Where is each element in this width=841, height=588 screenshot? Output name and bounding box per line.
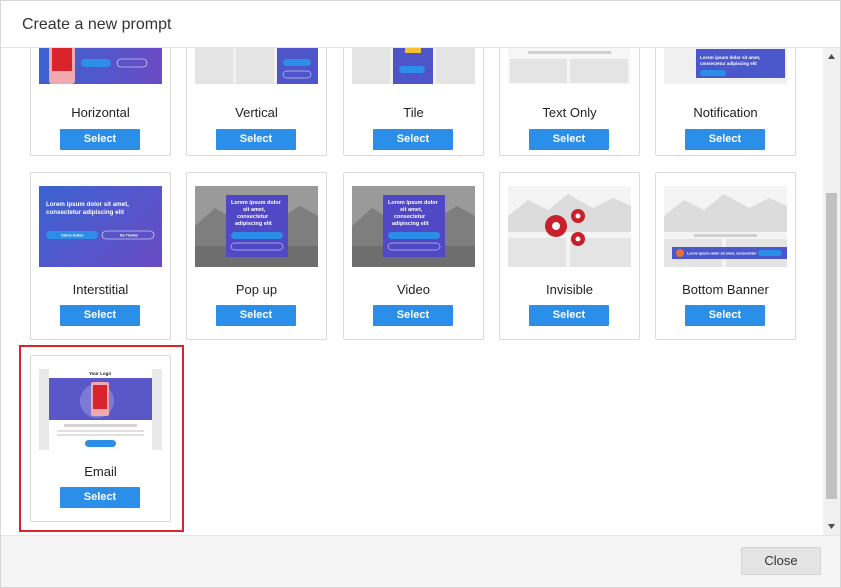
dialog-header: Create a new prompt	[1, 1, 840, 48]
card-label: Horizontal	[71, 105, 130, 120]
card-tile[interactable]: Tile Select	[343, 48, 484, 156]
invisible-thumbnail	[508, 186, 631, 267]
card-text-only[interactable]: Text Only Select	[499, 48, 640, 156]
svg-text:consectetur adipiscing elit: consectetur adipiscing elit	[46, 209, 124, 216]
notification-thumbnail: Lorem ipsum dolor sit amet, consectetur …	[664, 48, 787, 84]
tile-thumbnail	[352, 48, 475, 84]
select-invisible-button[interactable]: Select	[529, 305, 609, 326]
scrollbar-thumb[interactable]	[826, 193, 837, 499]
select-video-button[interactable]: Select	[373, 305, 453, 326]
svg-text:Lorem ipsum dolor: Lorem ipsum dolor	[231, 200, 282, 206]
card-horizontal[interactable]: Lorem ipsum dolor sit amet, consectetur …	[30, 48, 171, 156]
popup-thumbnail: Lorem ipsum dolor sit amet, consectetur …	[195, 186, 318, 267]
svg-text:Your Logo: Your Logo	[89, 371, 111, 376]
svg-text:adipiscing elit: adipiscing elit	[392, 221, 429, 227]
scroll-up-arrow-icon[interactable]	[823, 48, 840, 65]
card-label: Video	[396, 282, 430, 297]
bottom-banner-thumbnail: Lorem ipsum dolor sit amet, consectetur	[664, 186, 787, 267]
svg-text:No Thanks: No Thanks	[120, 234, 138, 238]
select-bottom-banner-button[interactable]: Select	[685, 305, 765, 326]
svg-text:consectetur: consectetur	[394, 214, 426, 220]
svg-text:Lorem ipsum dolor sit amet,: Lorem ipsum dolor sit amet,	[700, 55, 760, 60]
interstitial-thumbnail: Lorem ipsum dolor sit amet, consectetur …	[39, 186, 162, 267]
svg-text:Lorem ipsum dolor sit amet, co: Lorem ipsum dolor sit amet, consectetur	[687, 252, 757, 256]
select-vertical-button[interactable]: Select	[216, 129, 296, 150]
select-text-only-button[interactable]: Select	[529, 129, 609, 150]
close-button[interactable]: Close	[741, 547, 821, 575]
horizontal-thumbnail: Lorem ipsum dolor sit amet, consectetur …	[39, 48, 162, 84]
select-popup-button[interactable]: Select	[216, 305, 296, 326]
card-label: Bottom Banner	[682, 282, 769, 297]
svg-text:Lorem ipsum dolor sit amet,: Lorem ipsum dolor sit amet,	[46, 201, 129, 208]
select-interstitial-button[interactable]: Select	[60, 305, 140, 326]
card-interstitial[interactable]: Lorem ipsum dolor sit amet, consectetur …	[30, 172, 171, 340]
svg-text:consectetur: consectetur	[237, 214, 269, 220]
card-label: Text Only	[542, 105, 597, 120]
svg-text:Lorem ipsum dolor: Lorem ipsum dolor	[388, 200, 439, 206]
card-label: Invisible	[546, 282, 593, 297]
card-bottom-banner[interactable]: Lorem ipsum dolor sit amet, consectetur …	[655, 172, 796, 340]
dialog-footer: Close	[1, 535, 840, 587]
select-tile-button[interactable]: Select	[373, 129, 453, 150]
prompt-type-grid: Lorem ipsum dolor sit amet, consectetur …	[1, 48, 840, 535]
card-popup[interactable]: Lorem ipsum dolor sit amet, consectetur …	[186, 172, 327, 340]
select-email-button[interactable]: Select	[60, 487, 140, 508]
svg-text:sit amet,: sit amet,	[400, 207, 423, 213]
select-notification-button[interactable]: Select	[685, 129, 765, 150]
create-prompt-dialog: Create a new prompt Lorem ipsum dolor si…	[0, 0, 841, 588]
card-label: Interstitial	[72, 282, 129, 297]
svg-text:adipiscing elit: adipiscing elit	[235, 221, 272, 227]
card-label: Vertical	[235, 105, 278, 120]
text-only-thumbnail	[508, 48, 631, 84]
card-label: Tile	[403, 105, 424, 120]
vertical-scrollbar[interactable]	[823, 48, 840, 535]
card-label: Email	[84, 464, 117, 479]
dialog-title: Create a new prompt	[22, 16, 172, 33]
email-thumbnail: Your Logo	[39, 369, 162, 450]
video-thumbnail: Lorem ipsum dolor sit amet, consectetur …	[352, 186, 475, 267]
card-label: Pop up	[235, 282, 278, 297]
card-video[interactable]: Lorem ipsum dolor sit amet, consectetur …	[343, 172, 484, 340]
card-vertical[interactable]: adipiscing elit Vertical Select	[186, 48, 327, 156]
svg-text:consectetur adipiscing elit: consectetur adipiscing elit	[700, 61, 757, 66]
vertical-thumbnail: adipiscing elit	[195, 48, 318, 84]
svg-text:Call to Action: Call to Action	[61, 234, 83, 238]
card-label: Notification	[693, 105, 758, 120]
svg-text:sit amet,: sit amet,	[243, 207, 266, 213]
card-notification[interactable]: Lorem ipsum dolor sit amet, consectetur …	[655, 48, 796, 156]
select-horizontal-button[interactable]: Select	[60, 129, 140, 150]
card-email[interactable]: Your Logo Email Select	[30, 355, 171, 522]
card-invisible[interactable]: Invisible Select	[499, 172, 640, 340]
scroll-down-arrow-icon[interactable]	[823, 518, 840, 535]
